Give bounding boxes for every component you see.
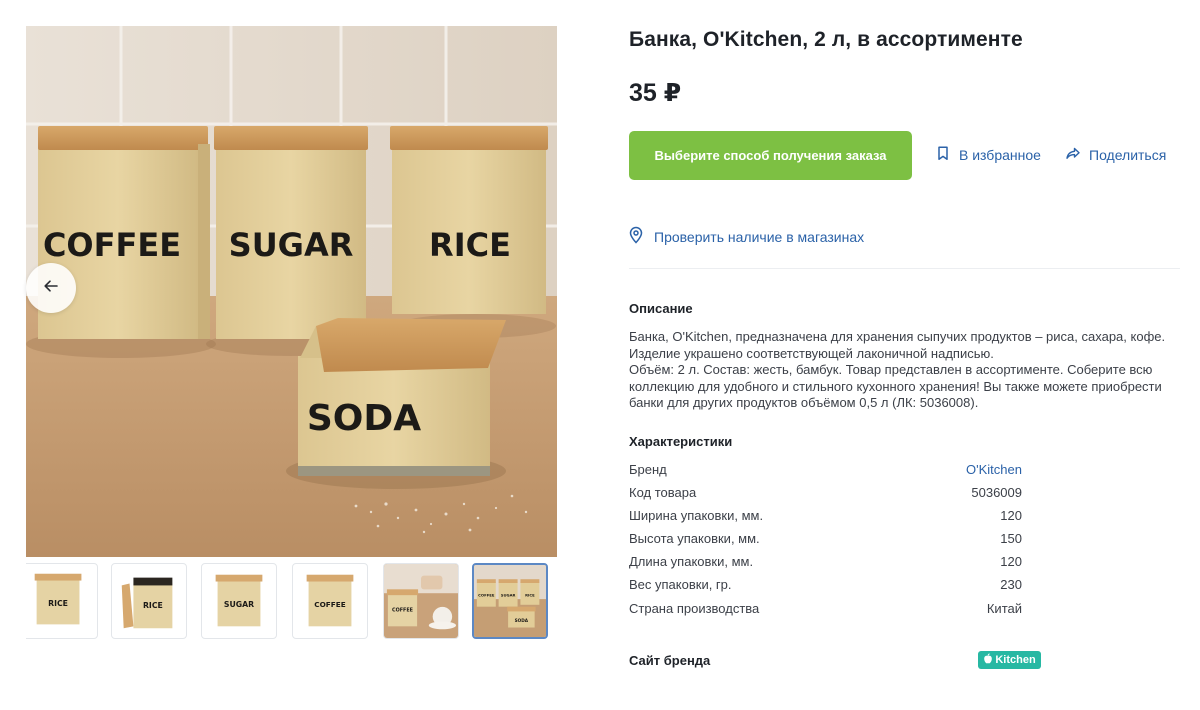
char-label: Ширина упаковки, мм.: [629, 508, 764, 524]
char-value: 5036009: [971, 485, 1022, 501]
thumbnail-strip: RICE RICE SUGAR COFFEE COFFEE COFFEE SUG…: [26, 563, 557, 641]
can-label-sugar: SUGAR: [229, 226, 354, 264]
section-divider: [629, 268, 1180, 269]
can-label-soda: SODA: [307, 398, 421, 439]
apple-icon: [983, 653, 993, 667]
gallery-prev-button[interactable]: [26, 263, 76, 313]
thumbnail-6-active[interactable]: COFFEE SUGAR RICE SODA: [472, 563, 548, 639]
share-link[interactable]: Поделиться: [1065, 145, 1166, 164]
char-label: Код товара: [629, 485, 697, 501]
characteristics-table: Бренд O'Kitchen Код товара 5036009 Ширин…: [629, 462, 1022, 624]
char-label: Длина упаковки, мм.: [629, 554, 754, 570]
favorites-label: В избранное: [959, 146, 1041, 163]
brand-site-heading: Сайт бренда: [629, 653, 711, 668]
char-value: 120: [1000, 554, 1022, 570]
description-paragraph-1: Банка, O'Kitchen, предназначена для хран…: [629, 329, 1166, 361]
bookmark-icon: [935, 145, 951, 164]
characteristics-row-sku: Код товара 5036009: [629, 485, 1022, 508]
characteristics-heading: Характеристики: [629, 434, 733, 449]
svg-text:SODA: SODA: [515, 618, 529, 624]
thumbnail-3[interactable]: SUGAR: [201, 563, 277, 639]
location-pin-icon: [628, 226, 644, 247]
brand-site-logo-link[interactable]: Kitchen: [978, 651, 1041, 669]
characteristics-row-brand: Бренд O'Kitchen: [629, 462, 1022, 485]
characteristics-row-weight: Вес упаковки, гр. 230: [629, 577, 1022, 600]
thumbnail-4[interactable]: COFFEE: [292, 563, 368, 639]
svg-text:COFFEE: COFFEE: [392, 608, 413, 614]
add-to-favorites-link[interactable]: В избранное: [935, 145, 1041, 164]
char-label: Страна производства: [629, 600, 760, 616]
product-price: 35 ₽: [629, 79, 682, 107]
char-value: 120: [1000, 508, 1022, 524]
brand-link[interactable]: O'Kitchen: [966, 462, 1022, 485]
characteristics-row-length: Длина упаковки, мм. 120: [629, 554, 1022, 577]
svg-text:SUGAR: SUGAR: [224, 600, 254, 609]
characteristics-row-country: Страна производства Китай: [629, 601, 1022, 624]
svg-text:RICE: RICE: [48, 599, 68, 608]
char-value: 150: [1000, 531, 1022, 547]
share-icon: [1065, 145, 1081, 164]
product-title: Банка, O'Kitchen, 2 л, в ассортименте: [629, 28, 1023, 51]
order-method-button[interactable]: Выберите способ получения заказа: [629, 131, 912, 180]
thumbnail-5[interactable]: COFFEE: [383, 563, 459, 639]
description-paragraph-2: Объём: 2 л. Состав: жесть, бамбук. Товар…: [629, 362, 1162, 410]
char-value: 230: [1000, 577, 1022, 593]
char-label: Высота упаковки, мм.: [629, 531, 760, 547]
product-main-image[interactable]: COFFEE SUGAR RICE SODA: [26, 26, 557, 557]
can-label-coffee: COFFEE: [43, 226, 181, 264]
check-store-availability-link[interactable]: Проверить наличие в магазинах: [628, 226, 864, 247]
characteristics-row-height: Высота упаковки, мм. 150: [629, 531, 1022, 554]
arrow-left-icon: [43, 278, 59, 299]
thumbnail-1[interactable]: RICE: [26, 563, 98, 639]
description-text: Банка, O'Kitchen, предназначена для хран…: [629, 329, 1174, 412]
char-label: Вес упаковки, гр.: [629, 577, 732, 593]
thumbnail-2[interactable]: RICE: [111, 563, 187, 639]
share-label: Поделиться: [1089, 146, 1167, 163]
svg-text:COFFEE: COFFEE: [314, 600, 346, 609]
char-value: Китай: [986, 600, 1022, 616]
characteristics-row-width: Ширина упаковки, мм. 120: [629, 508, 1022, 531]
svg-text:RICE: RICE: [143, 601, 163, 610]
check-store-availability-label: Проверить наличие в магазинах: [654, 228, 865, 245]
svg-text:RICE: RICE: [525, 592, 535, 597]
char-label: Бренд: [629, 462, 667, 477]
description-heading: Описание: [629, 301, 693, 316]
can-label-rice: RICE: [429, 226, 511, 264]
brand-badge-text: Kitchen: [995, 654, 1036, 666]
svg-text:SUGAR: SUGAR: [501, 592, 516, 597]
svg-text:COFFEE: COFFEE: [478, 592, 495, 597]
